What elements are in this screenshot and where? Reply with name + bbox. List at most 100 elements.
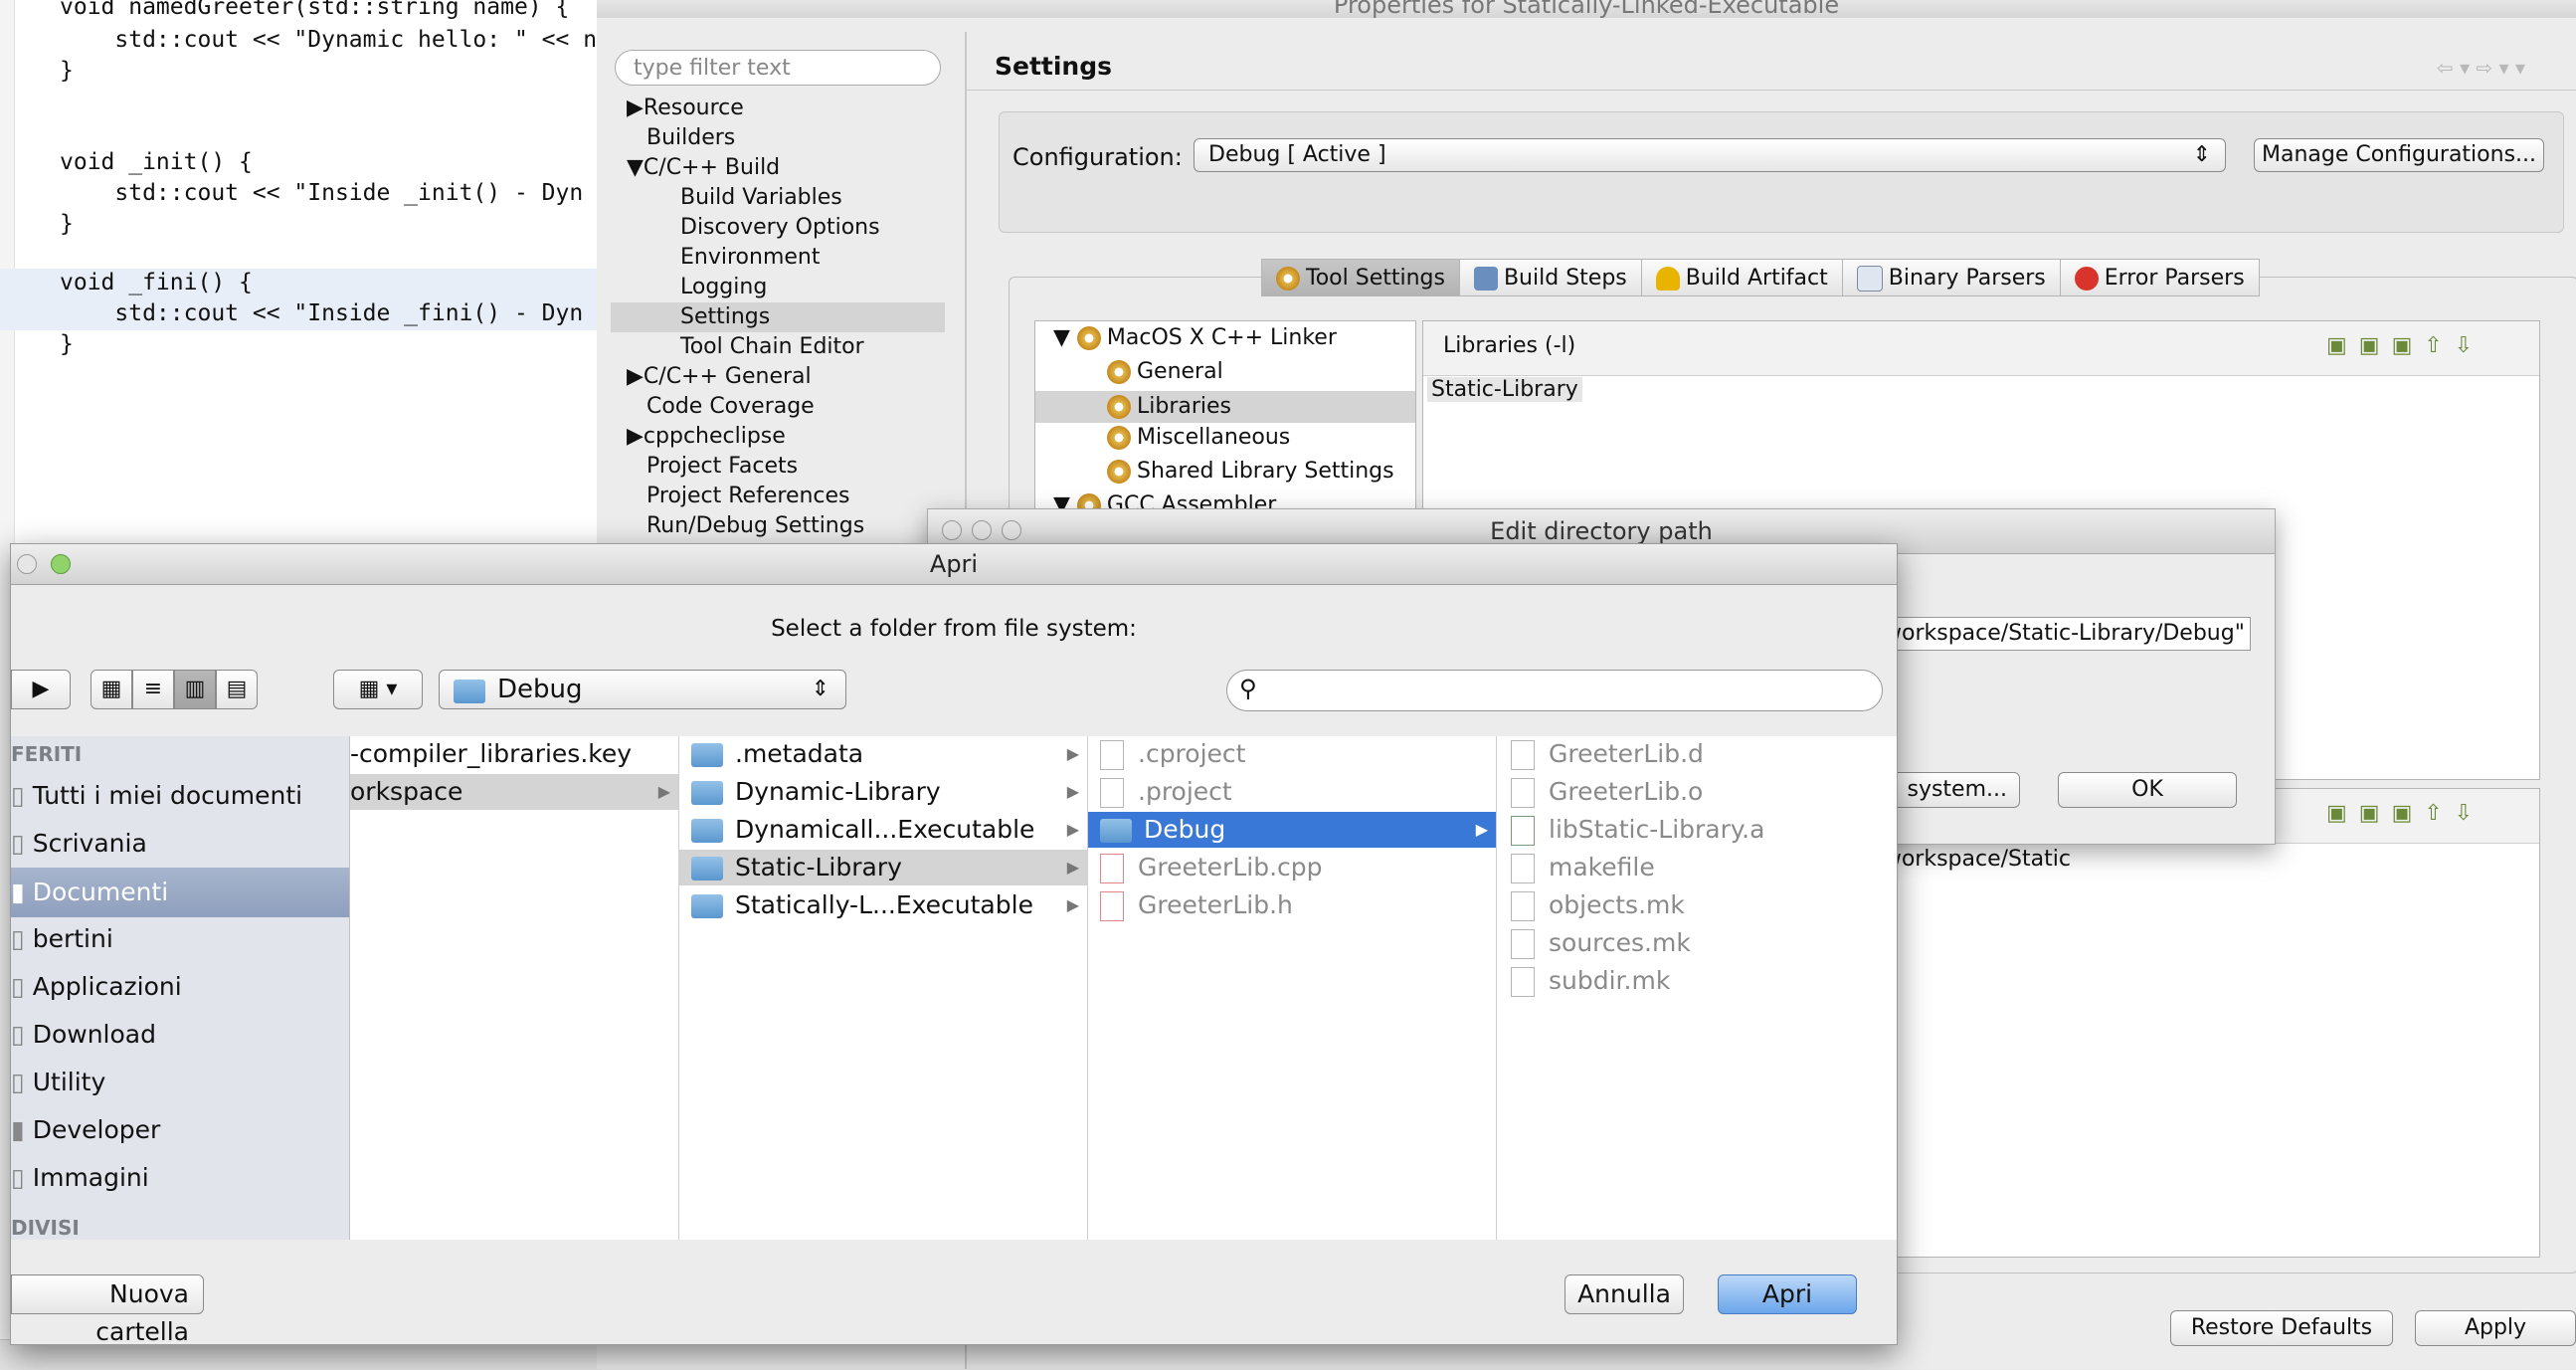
column-item[interactable]: GreeterLib.o (1511, 774, 1703, 810)
column-item[interactable]: .cproject (1100, 736, 1245, 772)
sidebar-item[interactable]: ▯ Scrivania (11, 826, 147, 862)
configuration-select[interactable]: Debug [ Active ] ⇕ (1194, 138, 2226, 172)
folder-icon (691, 857, 723, 881)
tab-binary-parsers[interactable]: Binary Parsers (1841, 259, 2060, 296)
list-toolbar-icons[interactable]: ▣▣▣⇧⇩ (2326, 333, 2484, 358)
sidebar-item[interactable]: ▮ Developer (11, 1112, 160, 1148)
dialog-prompt: Select a folder from file system: (771, 616, 1137, 642)
column-item[interactable]: sources.mk (1511, 925, 1691, 961)
column-item[interactable]: .metadata (691, 736, 863, 772)
binary-file-icon (1856, 266, 1883, 292)
forward-button[interactable]: ▶ (11, 670, 71, 709)
column-item[interactable]: Dynamic-Library (691, 774, 941, 810)
column-item[interactable]: makefile (1511, 850, 1655, 885)
tree-item-tool-chain-editor[interactable]: Tool Chain Editor (680, 332, 864, 362)
sidebar-item[interactable]: ▯ Download (11, 1017, 156, 1053)
tool-tree-item[interactable]: ▼ MacOS X C++ Linker (1053, 325, 1337, 350)
column-item[interactable]: GreeterLib.h (1100, 887, 1293, 923)
sidebar-item[interactable]: ▯ Utility (11, 1065, 105, 1100)
nav-arrows-icon[interactable]: ⇦ ▾ ⇨ ▾ ▾ (2437, 56, 2525, 80)
tab-tool-settings[interactable]: Tool Settings (1261, 259, 1459, 296)
open-button[interactable]: Apri (1718, 1274, 1857, 1314)
sidebar-item[interactable]: ▯ Immagini (11, 1160, 149, 1196)
paths-toolbar-icons[interactable]: ▣▣▣⇧⇩ (2326, 801, 2484, 826)
tool-tree-item[interactable]: General (1107, 359, 1223, 384)
code-line: } (60, 58, 74, 84)
file-icon (1511, 967, 1535, 997)
column-item[interactable]: Dynamicall...Executable (691, 812, 1034, 848)
minimize-window-button[interactable] (972, 520, 992, 540)
restore-defaults-button[interactable]: Restore Defaults (2170, 1310, 2393, 1346)
apri-titlebar: Apri (11, 544, 1897, 585)
tab-error-parsers[interactable]: Error Parsers (2059, 259, 2260, 296)
column-item[interactable]: GreeterLib.cpp (1100, 850, 1323, 885)
column-item[interactable]: libStatic-Library.a (1511, 812, 1764, 848)
column-item-selected[interactable]: Debug ▶ (1088, 812, 1496, 848)
tree-item-discovery-options[interactable]: Discovery Options (680, 213, 880, 243)
disclosure-arrow-icon: ▶ (657, 782, 670, 801)
search-input[interactable]: ⚲ (1226, 670, 1883, 711)
column-item-selected[interactable]: Static-Library (679, 850, 1087, 885)
filter-input[interactable]: type filter text (615, 50, 941, 86)
tool-tree-item[interactable]: Shared Library Settings (1107, 459, 1394, 484)
tree-item-settings[interactable]: Settings (611, 302, 945, 332)
location-select[interactable]: Debug ⇕ (439, 670, 846, 709)
zoom-window-button[interactable] (1002, 520, 1021, 540)
column-item[interactable]: .project (1100, 774, 1232, 810)
ok-button[interactable]: OK (2058, 772, 2237, 808)
sidebar-item-selected[interactable]: ▮ Documenti (11, 868, 349, 917)
apply-button[interactable]: Apply (2415, 1310, 2576, 1346)
directory-path-input[interactable]: workspace/Static-Library/Debug" (1883, 617, 2251, 651)
code-line: void _fini() { (60, 270, 253, 295)
close-window-button[interactable] (942, 520, 962, 540)
minimize-window-button[interactable] (17, 554, 37, 574)
column-item[interactable]: objects.mk (1511, 887, 1685, 923)
code-line: } (60, 211, 74, 237)
folder-icon (691, 819, 723, 843)
tree-item-resource[interactable]: ▶Resource (627, 94, 744, 123)
tab-build-artifact[interactable]: Build Artifact (1640, 259, 1842, 296)
tool-tree-item-selected[interactable]: Libraries (1035, 391, 1415, 423)
tree-item-environment[interactable]: Environment (680, 243, 820, 273)
zoom-window-button[interactable] (51, 554, 71, 574)
list-view-button[interactable]: ≡ (132, 670, 174, 709)
sidebar-header: FERITI (11, 742, 83, 766)
library-list-item[interactable]: Static-Library (1427, 377, 1582, 402)
column-item[interactable]: GreeterLib.d (1511, 736, 1704, 772)
sidebar-item[interactable]: ▯ Tutti i miei documenti (11, 778, 302, 814)
tree-item-project-references[interactable]: Project References (646, 482, 850, 511)
column-item-selected[interactable]: orkspace ▶ (350, 774, 678, 810)
tab-build-steps[interactable]: Build Steps (1458, 259, 1641, 296)
file-icon (1100, 740, 1124, 770)
column-view-button[interactable]: ▥ (174, 670, 216, 709)
sidebar-item[interactable]: ▯ bertini (11, 921, 113, 957)
tree-item-code-coverage[interactable]: Code Coverage (646, 392, 815, 422)
tree-item-project-facets[interactable]: Project Facets (646, 452, 798, 482)
select-arrows-icon: ⇕ (811, 677, 829, 701)
manage-configurations-button[interactable]: Manage Configurations... (2254, 138, 2544, 172)
browser-column-4: GreeterLib.d GreeterLib.o libStatic-Libr… (1497, 736, 1897, 1240)
file-system-button[interactable]: system... (1883, 772, 2020, 808)
select-arrows-icon: ⇕ (2192, 142, 2211, 167)
tool-tree-item[interactable]: Miscellaneous (1107, 425, 1290, 450)
tree-item-run-debug-settings[interactable]: Run/Debug Settings (646, 511, 864, 541)
tree-item-cpp-build[interactable]: ▼C/C++ Build (627, 153, 780, 183)
tree-item-cpp-general[interactable]: ▶C/C++ General (627, 362, 812, 392)
coverflow-view-button[interactable]: ▤ (216, 670, 258, 709)
sidebar-item[interactable]: ▯ Applicazioni (11, 969, 182, 1005)
column-item[interactable]: Statically-L...Executable (691, 887, 1033, 923)
tree-item-build-variables[interactable]: Build Variables (680, 183, 842, 213)
icon-view-button[interactable]: ▦ (91, 670, 132, 709)
new-folder-button[interactable]: Nuova cartella (11, 1274, 204, 1346)
file-icon (1100, 778, 1124, 808)
tree-item-logging[interactable]: Logging (680, 273, 767, 302)
column-item[interactable]: subdir.mk (1511, 963, 1670, 999)
arrange-menu-button[interactable]: ▦ ▾ (333, 670, 423, 709)
disclosure-arrow-icon: ▶ (1066, 820, 1079, 839)
tree-item-builders[interactable]: Builders (646, 123, 735, 153)
tree-item-cppcheclipse[interactable]: ▶cppcheclipse (627, 422, 786, 452)
page-title: Settings (995, 52, 1113, 81)
code-line: std::cout << "Inside _init() - Dyn (60, 180, 584, 206)
cancel-button[interactable]: Annulla (1564, 1274, 1684, 1314)
column-item[interactable]: -compiler_libraries.key (350, 736, 632, 772)
